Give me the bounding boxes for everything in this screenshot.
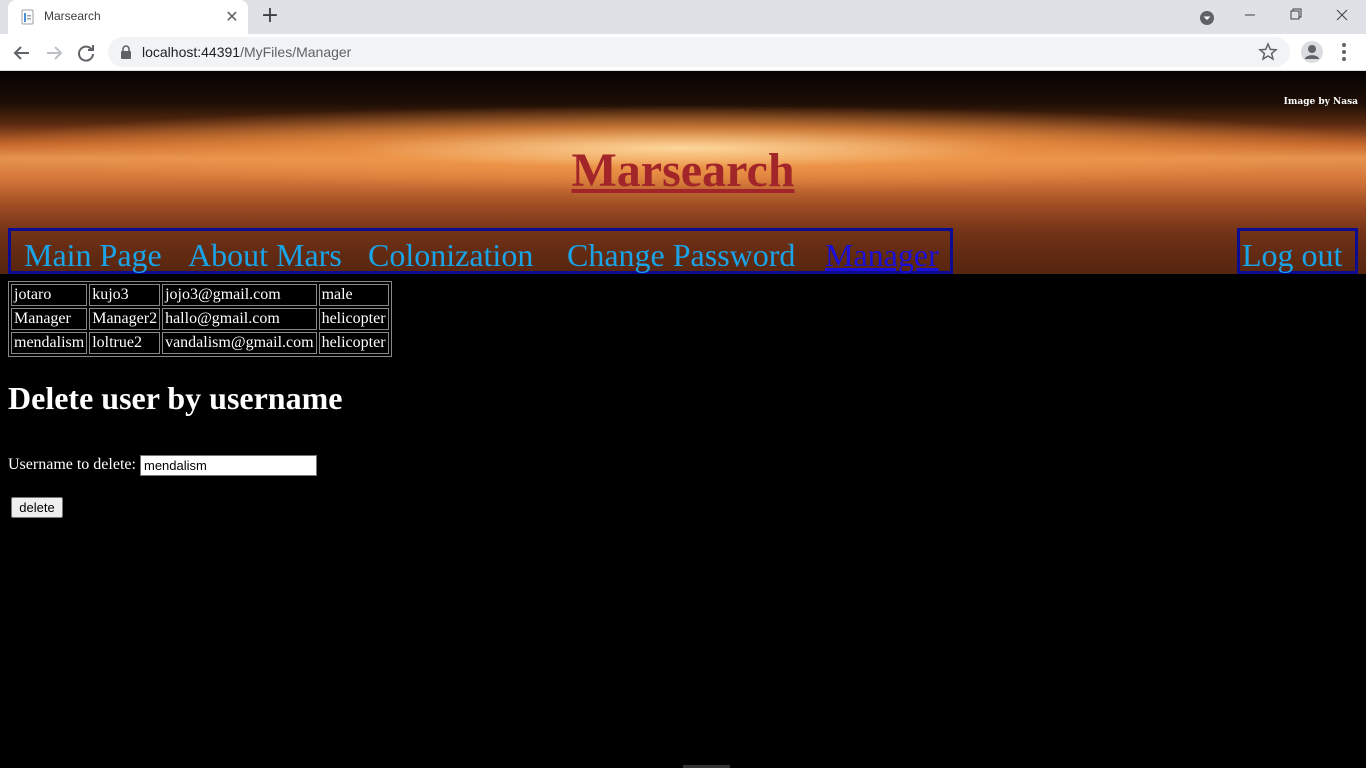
browser-toolbar: localhost:44391/MyFiles/Manager	[0, 34, 1366, 71]
minimize-icon[interactable]	[1227, 0, 1273, 30]
back-arrow-icon[interactable]	[9, 40, 35, 66]
table-cell: helicopter	[318, 332, 389, 354]
nav-link-manager[interactable]: Manager	[825, 237, 939, 274]
close-window-icon[interactable]	[1319, 0, 1365, 30]
delete-button[interactable]: delete	[11, 497, 63, 518]
table-cell: vandalism@gmail.com	[162, 332, 317, 354]
main-navigation: Main Page About Mars Colonization Change…	[8, 228, 953, 274]
username-to-delete-label: Username to delete:	[8, 456, 136, 473]
page-favicon-icon	[21, 9, 34, 25]
url-path: /MyFiles/Manager	[240, 44, 352, 60]
url-text: localhost:44391/MyFiles/Manager	[142, 44, 351, 60]
delete-user-heading: Delete user by username	[8, 380, 343, 416]
users-table: jotaro kujo3 jojo3@gmail.com male Manage…	[8, 281, 392, 357]
logout-link[interactable]: Log out	[1242, 237, 1342, 274]
bookmark-star-icon[interactable]	[1258, 42, 1278, 62]
reload-icon[interactable]	[73, 40, 99, 66]
close-tab-icon[interactable]: ✕	[222, 7, 242, 27]
table-cell: mendalism	[11, 332, 88, 354]
nav-link-main-page[interactable]: Main Page	[24, 237, 162, 274]
table-cell: male	[318, 284, 389, 306]
nav-link-colonization[interactable]: Colonization	[368, 237, 533, 274]
table-row: Manager Manager2 hallo@gmail.com helicop…	[11, 308, 389, 330]
tab-search-icon[interactable]	[1197, 8, 1217, 28]
table-cell: loltrue2	[89, 332, 161, 354]
image-credit: Image by Nasa	[1283, 97, 1358, 107]
account-avatar-icon[interactable]	[1301, 41, 1323, 63]
table-cell: hallo@gmail.com	[162, 308, 317, 330]
address-bar[interactable]: localhost:44391/MyFiles/Manager	[108, 37, 1290, 67]
logout-box: Log out	[1237, 228, 1358, 274]
tab-title: Marsearch	[44, 9, 101, 23]
forward-arrow-icon[interactable]	[41, 40, 67, 66]
table-cell: kujo3	[89, 284, 161, 306]
restore-icon[interactable]	[1273, 0, 1319, 30]
table-cell: Manager	[11, 308, 88, 330]
browser-tab[interactable]: Marsearch ✕	[8, 0, 248, 34]
header-banner: Image by Nasa Marsearch Main Page About …	[0, 71, 1366, 274]
table-cell: jotaro	[11, 284, 88, 306]
new-tab-icon[interactable]: +	[258, 5, 282, 29]
lock-icon[interactable]	[120, 45, 132, 59]
table-row: mendalism loltrue2 vandalism@gmail.com h…	[11, 332, 389, 354]
username-to-delete-input[interactable]	[140, 455, 317, 476]
nav-link-about-mars[interactable]: About Mars	[188, 237, 342, 274]
nav-link-change-password[interactable]: Change Password	[567, 237, 795, 274]
more-menu-icon[interactable]	[1334, 41, 1354, 63]
table-cell: Manager2	[89, 308, 161, 330]
browser-tabbar: Marsearch ✕ +	[0, 0, 1366, 34]
table-cell: jojo3@gmail.com	[162, 284, 317, 306]
table-row: jotaro kujo3 jojo3@gmail.com male	[11, 284, 389, 306]
table-cell: helicopter	[318, 308, 389, 330]
site-title[interactable]: Marsearch	[0, 143, 1366, 198]
url-host: localhost:44391	[142, 44, 241, 60]
